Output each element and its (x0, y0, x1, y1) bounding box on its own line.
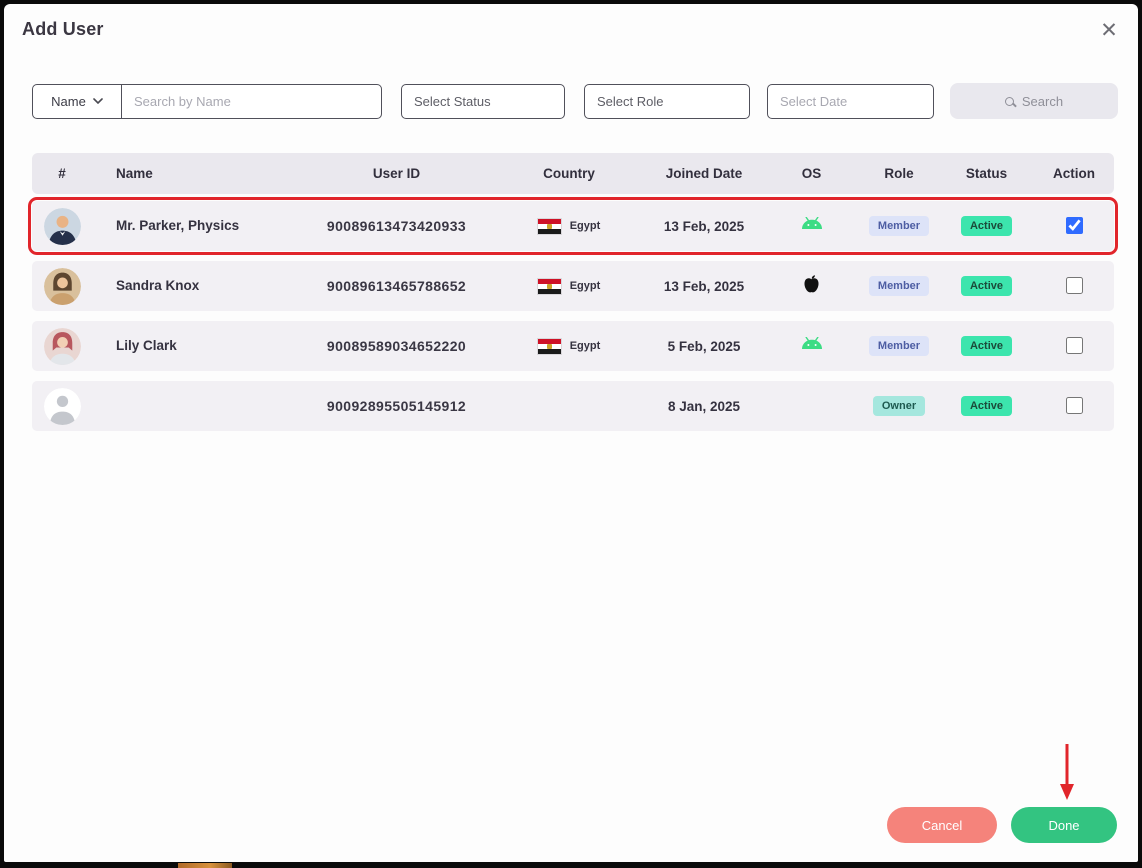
country-label: Egypt (569, 340, 601, 352)
cancel-button[interactable]: Cancel (887, 807, 997, 843)
date-select[interactable] (767, 83, 934, 119)
user-name: Mr. Parker, Physics (116, 218, 240, 233)
column-header-joined: Joined Date (665, 166, 743, 181)
column-header-os: OS (801, 166, 822, 181)
avatar-placeholder (43, 387, 81, 425)
search-button-label: Search (1021, 93, 1064, 109)
table-row: 90092895505145912 8 Jan, 2025 Owner Acti… (32, 381, 1114, 431)
column-header-status: Status (965, 166, 1008, 181)
user-id: 90092895505145912 (326, 398, 467, 414)
role-badge: Member (868, 336, 930, 356)
android-icon (801, 216, 822, 229)
joined-date: 8 Jan, 2025 (667, 398, 741, 414)
user-id: 90089613473420933 (326, 218, 467, 234)
role-badge: Member (868, 276, 930, 296)
os-cell (764, 274, 859, 299)
role-badge: Owner (872, 396, 926, 416)
table-row: Mr. Parker, Physics 90089613473420933 Eg… (28, 197, 1118, 255)
joined-date: 13 Feb, 2025 (663, 218, 745, 234)
search-icon (1004, 96, 1014, 106)
close-icon[interactable]: ✕ (1094, 16, 1124, 46)
name-filter-label: Name (51, 93, 86, 109)
os-cell (764, 216, 859, 235)
role-badge: Member (868, 216, 930, 236)
user-name: Lily Clark (116, 338, 177, 353)
page-title: Add User (22, 19, 104, 39)
user-id: 90089613465788652 (326, 278, 467, 294)
done-button[interactable]: Done (1011, 807, 1117, 843)
row-select-checkbox[interactable] (1065, 337, 1083, 355)
table-header-row: # Name User ID Country Joined Date OS Ro… (32, 153, 1114, 194)
column-header-action: Action (1053, 166, 1095, 181)
status-badge: Active (960, 396, 1013, 416)
country-cell: Egypt (494, 218, 644, 234)
row-select-checkbox[interactable] (1065, 277, 1083, 295)
status-badge: Active (960, 216, 1013, 236)
joined-date: 5 Feb, 2025 (667, 338, 741, 354)
name-filter-dropdown[interactable]: Name (32, 83, 122, 119)
table-row: Lily Clark 90089589034652220 Egypt 5 Feb… (32, 321, 1114, 371)
search-input[interactable] (121, 83, 382, 119)
add-user-modal: Add User ✕ Name Search # Name User ID Co… (4, 4, 1138, 862)
column-header-index: # (58, 166, 66, 181)
avatar (43, 267, 81, 305)
column-header-userid: User ID (372, 166, 421, 181)
country-cell: Egypt (494, 278, 644, 294)
annotation-arrow-icon (1060, 744, 1074, 800)
status-badge: Active (960, 336, 1013, 356)
users-table: # Name User ID Country Joined Date OS Ro… (28, 153, 1118, 441)
background-page-sliver (178, 863, 232, 868)
column-header-role: Role (884, 166, 914, 181)
egypt-flag-icon (537, 218, 561, 234)
joined-date: 13 Feb, 2025 (663, 278, 745, 294)
user-id: 90089589034652220 (326, 338, 467, 354)
country-label: Egypt (569, 280, 601, 292)
country-cell: Egypt (494, 338, 644, 354)
status-badge: Active (960, 276, 1013, 296)
filter-bar: Name Search (32, 83, 1118, 119)
table-row: Sandra Knox 90089613465788652 Egypt 13 F… (32, 261, 1114, 311)
country-label: Egypt (569, 220, 601, 232)
os-cell (764, 336, 859, 355)
avatar (43, 207, 81, 245)
avatar (43, 327, 81, 365)
row-select-checkbox[interactable] (1065, 397, 1083, 415)
user-name: Sandra Knox (116, 278, 200, 293)
column-header-country: Country (543, 166, 595, 181)
search-button[interactable]: Search (950, 83, 1118, 119)
status-select[interactable] (401, 83, 565, 119)
apple-icon (804, 274, 819, 292)
egypt-flag-icon (537, 278, 561, 294)
row-select-checkbox[interactable] (1065, 217, 1083, 235)
window-frame: Add User ✕ Name Search # Name User ID Co… (0, 0, 1142, 868)
chevron-down-icon (93, 98, 103, 104)
egypt-flag-icon (537, 338, 561, 354)
android-icon (801, 336, 822, 349)
role-select[interactable] (584, 83, 750, 119)
column-header-name: Name (116, 166, 153, 181)
